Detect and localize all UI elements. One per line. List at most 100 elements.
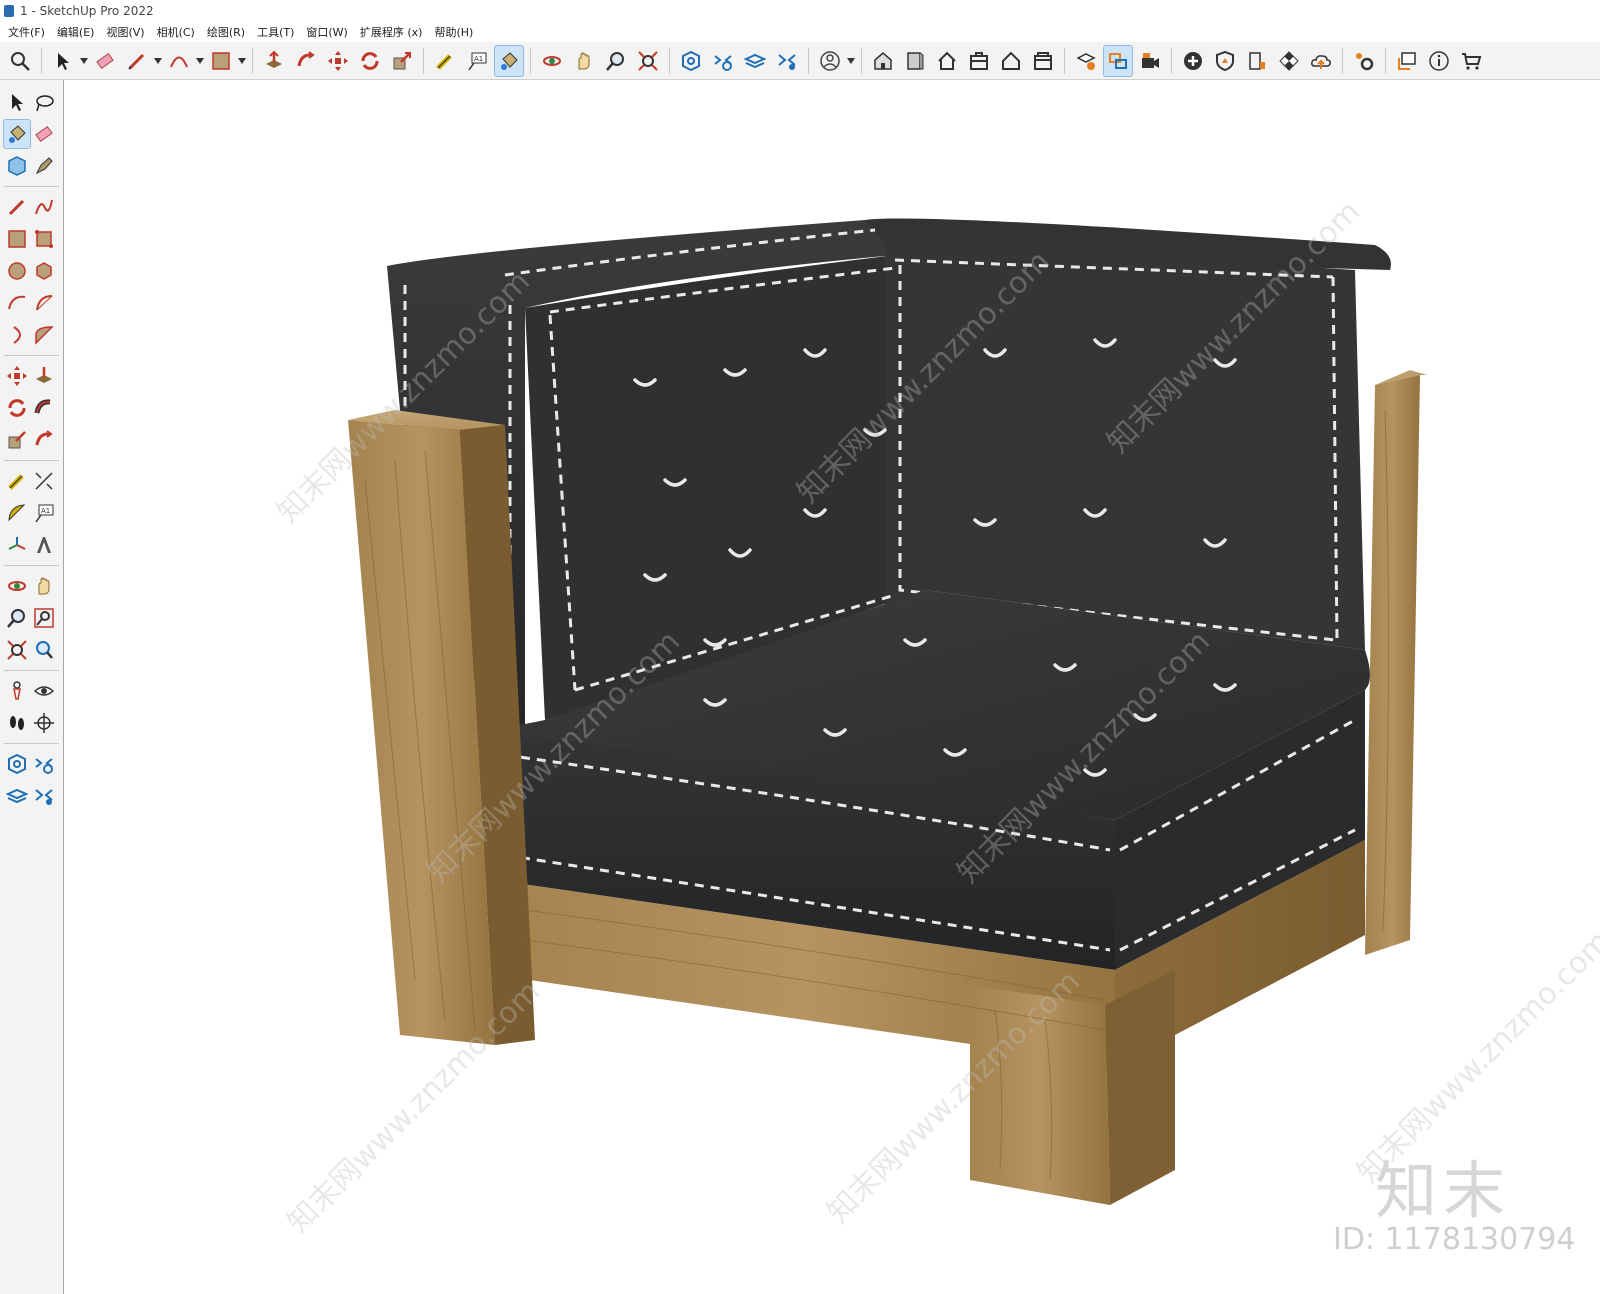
position-camera-icon[interactable] (4, 677, 30, 705)
checker-icon[interactable] (1275, 46, 1303, 76)
shield-icon[interactable] (1211, 46, 1239, 76)
scale-icon[interactable] (4, 426, 30, 454)
zoom-extents-icon[interactable] (634, 46, 662, 76)
top-view-icon[interactable] (965, 46, 993, 76)
dimension-icon[interactable] (31, 467, 57, 495)
rectangle-icon[interactable] (4, 225, 30, 253)
outliner-icon[interactable] (1103, 44, 1133, 77)
home-icon[interactable] (933, 46, 961, 76)
profile-icon[interactable] (816, 46, 844, 76)
select-icon[interactable] (4, 88, 30, 116)
right-view-icon[interactable] (1029, 46, 1057, 76)
scale-icon[interactable] (388, 46, 416, 76)
paint-icon[interactable] (3, 119, 31, 149)
chart-icon[interactable] (1243, 46, 1271, 76)
chevron-down-icon[interactable] (79, 46, 89, 76)
pencil-icon[interactable] (4, 193, 30, 221)
circle-icon[interactable] (4, 257, 30, 285)
scenes-icon[interactable] (773, 46, 801, 76)
cart-icon[interactable] (1457, 46, 1485, 76)
section-plane-icon[interactable] (31, 709, 57, 737)
cloud-icon[interactable] (1307, 46, 1335, 76)
layers-icon[interactable] (741, 46, 769, 76)
move-icon[interactable] (324, 46, 352, 76)
zoom-icon[interactable] (602, 46, 630, 76)
push-pull-icon[interactable] (260, 46, 288, 76)
rectangle-icon[interactable] (207, 46, 235, 76)
chevron-down-icon[interactable] (846, 46, 856, 76)
select-arrow-icon[interactable] (49, 46, 77, 76)
orbit-icon[interactable] (4, 572, 30, 600)
polygon-icon[interactable] (31, 257, 57, 285)
iso-view-icon[interactable] (869, 46, 897, 76)
search-icon[interactable] (6, 46, 34, 76)
section-icon[interactable] (1072, 46, 1100, 76)
pie-icon[interactable] (31, 289, 57, 317)
menu-camera[interactable]: 相机(C) (151, 24, 201, 40)
look-around-icon[interactable] (31, 677, 57, 705)
freehand-icon[interactable] (31, 193, 57, 221)
model-viewport[interactable]: 知末网www.znzmo.com 知末网www.znzmo.com 知末网www… (65, 80, 1600, 1294)
tape-icon[interactable] (4, 467, 30, 495)
paint-bucket-icon[interactable] (494, 44, 524, 77)
axes-icon[interactable] (4, 531, 30, 559)
house-outline-icon[interactable] (997, 46, 1025, 76)
arc-icon[interactable] (165, 46, 193, 76)
component-icon[interactable] (677, 46, 705, 76)
pan-icon[interactable] (570, 46, 598, 76)
popup-icon[interactable] (1393, 46, 1421, 76)
walk-icon[interactable] (4, 709, 30, 737)
menu-window[interactable]: 窗口(W) (300, 24, 353, 40)
eraser-icon[interactable] (31, 120, 57, 148)
front-view-icon[interactable] (901, 46, 929, 76)
tag-icon[interactable] (31, 152, 57, 180)
settings-icon[interactable] (1350, 46, 1378, 76)
menu-edit[interactable]: 编辑(E) (51, 24, 101, 40)
chevron-down-icon[interactable] (195, 46, 205, 76)
layers-icon[interactable] (4, 782, 30, 810)
pencil-icon[interactable] (123, 46, 151, 76)
zoom-extents-icon[interactable] (4, 636, 30, 664)
toolbar-separator (4, 743, 59, 744)
menu-tools[interactable]: 工具(T) (251, 24, 300, 40)
chevron-down-icon[interactable] (237, 46, 247, 76)
follow-me-icon[interactable] (31, 394, 57, 422)
menu-help[interactable]: 帮助(H) (428, 24, 479, 40)
arc-icon[interactable] (4, 289, 30, 317)
follow-me-icon[interactable] (292, 46, 320, 76)
text-icon[interactable]: A1 (463, 46, 491, 76)
menu-view[interactable]: 视图(V) (100, 24, 150, 40)
offset-icon[interactable] (31, 426, 57, 454)
push-pull-icon[interactable] (31, 362, 57, 390)
chevron-down-icon[interactable] (153, 46, 163, 76)
previous-view-icon[interactable] (31, 636, 57, 664)
pan-icon[interactable] (31, 572, 57, 600)
arc3-icon[interactable] (31, 321, 57, 349)
scenes-icon[interactable] (31, 782, 57, 810)
move-icon[interactable] (4, 362, 30, 390)
orbit-icon[interactable] (538, 46, 566, 76)
component-options-icon[interactable] (4, 750, 30, 778)
eraser-icon[interactable] (91, 46, 119, 76)
main-toolbar: A1 (0, 42, 1600, 80)
text-icon[interactable]: A1 (31, 499, 57, 527)
camera-export-icon[interactable] (1136, 46, 1164, 76)
rotated-rect-icon[interactable] (31, 225, 57, 253)
styles-icon[interactable] (31, 750, 57, 778)
rotate-icon[interactable] (356, 46, 384, 76)
rotate-icon[interactable] (4, 394, 30, 422)
plus-circle-icon[interactable] (1179, 46, 1207, 76)
info-icon[interactable] (1425, 46, 1453, 76)
tape-measure-icon[interactable] (431, 46, 459, 76)
zoom-icon[interactable] (4, 604, 30, 632)
protractor-icon[interactable] (4, 499, 30, 527)
3d-text-icon[interactable] (31, 531, 57, 559)
lasso-icon[interactable] (31, 88, 57, 116)
menu-file[interactable]: 文件(F) (2, 24, 51, 40)
menu-extensions[interactable]: 扩展程序 (x) (354, 24, 429, 40)
arc2-icon[interactable] (4, 321, 30, 349)
menu-draw[interactable]: 绘图(R) (201, 24, 251, 40)
component-icon[interactable] (4, 152, 30, 180)
styles-icon[interactable] (709, 46, 737, 76)
zoom-window-icon[interactable] (31, 604, 57, 632)
